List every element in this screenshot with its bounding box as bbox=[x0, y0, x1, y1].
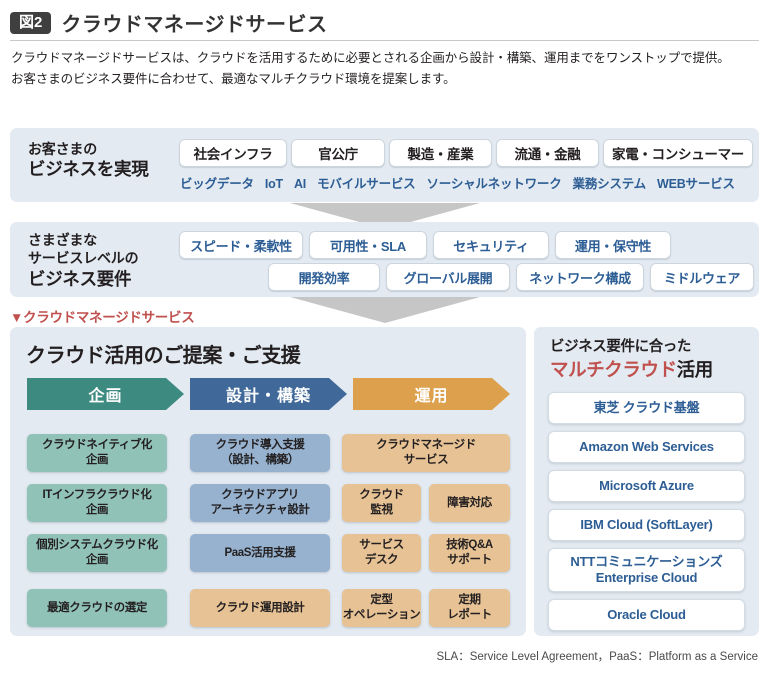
band-customer-business-label: お客さまの ビジネスを実現 bbox=[28, 140, 149, 181]
industry-keyword: WEBサービス bbox=[656, 177, 735, 191]
panel-right-title-accent: マルチクラウド bbox=[550, 358, 677, 380]
industry-keyword: ビッグデータ bbox=[180, 177, 254, 191]
service-box: ITインフラクラウド化 企画 bbox=[27, 484, 167, 522]
panel-right-title: ビジネス要件に合った マルチクラウド活用 bbox=[550, 338, 713, 383]
service-box: 最適クラウドの選定 bbox=[27, 589, 167, 627]
industry-chip: 家電・コンシューマー bbox=[603, 139, 753, 167]
vendor-box: NTTコミュニケーションズ Enterprise Cloud bbox=[548, 548, 745, 592]
industry-keyword-row: ビッグデータ IoT AI モバイルサービス ソーシャルネットワーク 業務システム WEBサ… bbox=[180, 173, 735, 192]
requirement-chip: 可用性・SLA bbox=[309, 231, 427, 259]
vendor-box: Amazon Web Services bbox=[548, 431, 745, 463]
intro-paragraph: クラウドマネージドサービスは、クラウドを活用するために必要とされる企画から設計・… bbox=[11, 48, 763, 89]
service-box: クラウドネイティブ化 企画 bbox=[27, 434, 167, 472]
footnote-abbreviations: SLA：Service Level Agreement，PaaS：Platfor… bbox=[436, 651, 758, 663]
vendor-box: IBM Cloud (SoftLayer) bbox=[548, 509, 745, 541]
industry-keyword: IoT bbox=[264, 177, 283, 191]
service-box: クラウドマネージド サービス bbox=[342, 434, 510, 472]
panel-right-title-tail: 活用 bbox=[676, 358, 714, 380]
industry-keyword: モバイルサービス bbox=[317, 177, 416, 191]
band-label-line1: お客さまの bbox=[28, 141, 97, 157]
service-box: 定型 オペレーション bbox=[342, 589, 421, 627]
flow-arrow-down-2 bbox=[290, 297, 480, 323]
vendor-box: 東芝 クラウド基盤 bbox=[548, 392, 745, 424]
requirement-chip: 開発効率 bbox=[268, 263, 380, 291]
panel-right-title-line1: ビジネス要件に合った bbox=[550, 339, 691, 355]
intro-line-2: お客さまのビジネス要件に合わせて、最適なマルチクラウド環境を提案します。 bbox=[11, 71, 456, 86]
industry-keyword: ソーシャルネットワーク bbox=[426, 177, 562, 191]
service-box: 障害対応 bbox=[429, 484, 510, 522]
band-label-line3: ビジネス要件 bbox=[28, 268, 132, 289]
requirement-chip: スピード・柔軟性 bbox=[179, 231, 303, 259]
requirement-chip: グローバル展開 bbox=[386, 263, 510, 291]
requirement-chip: セキュリティ bbox=[433, 231, 549, 259]
industry-chip: 官公庁 bbox=[291, 139, 385, 167]
requirement-chip: ミドルウェア bbox=[650, 263, 754, 291]
service-box: クラウドアプリ アーキテクチャ設計 bbox=[190, 484, 330, 522]
service-box: 技術Q&A サポート bbox=[429, 534, 510, 572]
intro-line-1: クラウドマネージドサービスは、クラウドを活用するために必要とされる企画から設計・… bbox=[11, 51, 730, 65]
service-box: PaaS活用支援 bbox=[190, 534, 330, 572]
service-box: クラウド 監視 bbox=[342, 484, 421, 522]
industry-chip: 流通・金融 bbox=[496, 139, 599, 167]
phase-chevron: 企画 bbox=[27, 378, 184, 410]
industry-keyword: 業務システム bbox=[572, 177, 647, 191]
vendor-box: Oracle Cloud bbox=[548, 599, 745, 631]
figure-header: 図2 クラウドマネージドサービス bbox=[10, 8, 327, 37]
industry-chip: 社会インフラ bbox=[179, 139, 287, 167]
service-box: 定期 レポート bbox=[429, 589, 510, 627]
service-box: 個別システムクラウド化 企画 bbox=[27, 534, 167, 572]
band-requirements-label: さまざまな サービスレベルの ビジネス要件 bbox=[28, 231, 139, 291]
industry-keyword: AI bbox=[293, 177, 307, 191]
header-divider bbox=[10, 40, 759, 41]
phase-chevron: 設計・構築 bbox=[190, 378, 347, 410]
band-label-line2: サービスレベルの bbox=[28, 250, 139, 267]
service-box: サービス デスク bbox=[342, 534, 421, 572]
band-label-line1: さまざまな bbox=[28, 232, 97, 248]
band-label-line2: ビジネスを実現 bbox=[28, 159, 149, 180]
page-title: クラウドマネージドサービス bbox=[61, 14, 328, 36]
requirement-chip: 運用・保守性 bbox=[555, 231, 671, 259]
panel-left-title: クラウド活用のご提案・ご支援 bbox=[26, 345, 301, 367]
service-box: クラウド運用設計 bbox=[190, 589, 330, 627]
requirement-chip: ネットワーク構成 bbox=[516, 263, 644, 291]
phase-chevron: 運用 bbox=[353, 378, 510, 410]
industry-chip: 製造・産業 bbox=[389, 139, 492, 167]
service-box: クラウド導入支援 （設計、構築） bbox=[190, 434, 330, 472]
vendor-box: Microsoft Azure bbox=[548, 470, 745, 502]
cloud-managed-service-tag: ▼クラウドマネージドサービス bbox=[10, 310, 195, 325]
figure-number-badge: 図2 bbox=[10, 11, 52, 34]
